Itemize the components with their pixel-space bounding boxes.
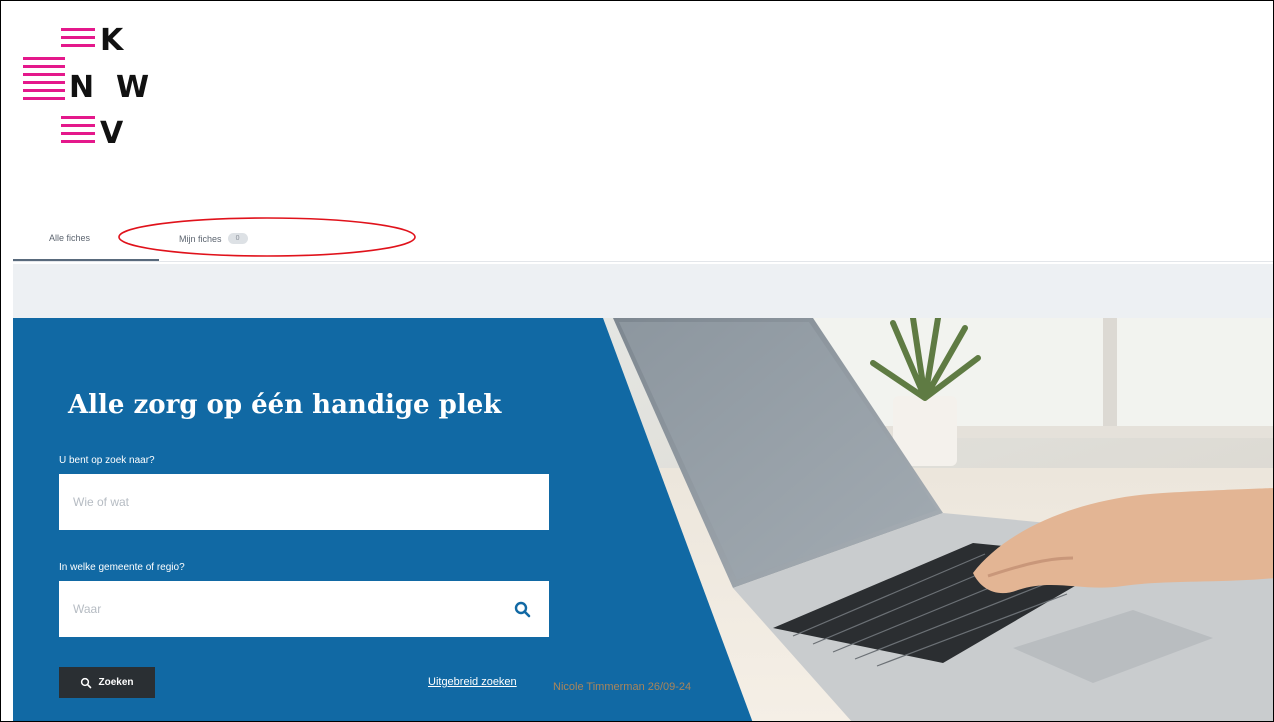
search-what-label: U bent op zoek naar? xyxy=(59,455,155,466)
search-what-input[interactable] xyxy=(59,474,549,530)
advanced-search-link[interactable]: Uitgebreid zoeken xyxy=(428,676,517,688)
zoeken-button[interactable]: Zoeken xyxy=(59,667,155,698)
tab-mijn-fiches[interactable]: Mijn fiches 0 xyxy=(179,233,248,244)
zoeken-button-label: Zoeken xyxy=(98,677,134,688)
knwv-logo[interactable]: K N W V xyxy=(23,26,173,156)
page-frame: K N W V Alle fiches Mijn fiches 0 Alle z… xyxy=(0,0,1274,722)
hero-top-band xyxy=(13,264,1273,318)
search-where-input[interactable] xyxy=(59,581,549,637)
tab-mijn-fiches-label: Mijn fiches xyxy=(179,233,222,244)
logo-letter-v: V xyxy=(100,116,124,151)
logo-letter-w: W xyxy=(116,70,150,105)
watermark-text: Nicole Timmerman 26/09-24 xyxy=(553,681,692,693)
search-button-icon xyxy=(81,677,92,688)
tab-bar: Alle fiches Mijn fiches 0 xyxy=(13,215,1273,263)
hero-section: Alle zorg op één handige plek U bent op … xyxy=(13,318,1273,721)
count-badge: 0 xyxy=(227,233,248,244)
tab-divider xyxy=(13,261,1273,262)
search-icon[interactable] xyxy=(513,600,533,620)
logo-letter-k: K xyxy=(100,23,124,58)
hero-title: Alle zorg op één handige plek xyxy=(68,390,502,420)
tab-alle-fiches[interactable]: Alle fiches xyxy=(49,233,90,243)
logo-letter-n: N xyxy=(69,70,95,105)
search-where-label: In welke gemeente of regio? xyxy=(59,562,185,573)
